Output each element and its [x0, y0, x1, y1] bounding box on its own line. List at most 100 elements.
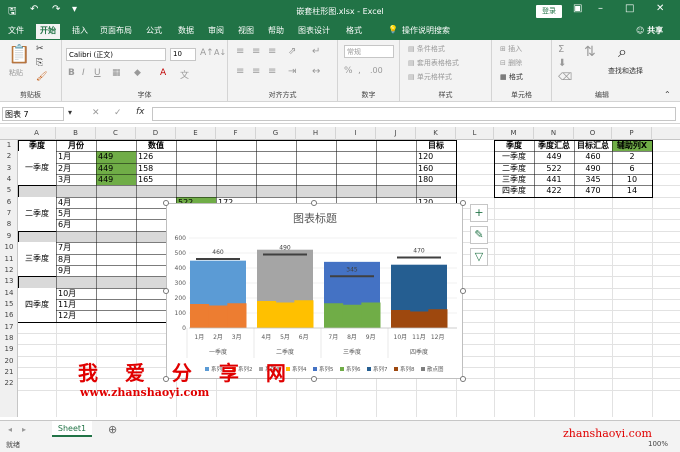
row-header-7[interactable]: 7: [0, 208, 18, 219]
column-header-F[interactable]: F: [216, 127, 256, 140]
c-value-cell[interactable]: 449: [96, 163, 136, 174]
align-top-icon[interactable]: ≡: [236, 46, 244, 57]
insert-function-button[interactable]: fx: [136, 107, 145, 117]
add-sheet-icon[interactable]: ⊕: [108, 423, 117, 436]
italic-icon[interactable]: I: [82, 68, 85, 78]
right-cell[interactable]: 460: [574, 151, 612, 162]
chart-elements-icon[interactable]: +: [470, 204, 488, 222]
resize-handle-tl[interactable]: [163, 200, 169, 206]
right-header-0[interactable]: 季度: [494, 140, 534, 151]
sort-filter-icon[interactable]: ⇅: [584, 44, 596, 60]
paste-button[interactable]: 粘贴: [9, 68, 23, 78]
row-header-17[interactable]: 17: [0, 322, 18, 333]
resize-handle-tr[interactable]: [460, 200, 466, 206]
right-cell[interactable]: 449: [534, 151, 574, 162]
season-label[interactable]: 二季度: [18, 196, 56, 231]
name-box-dropdown-icon[interactable]: ▾: [68, 108, 72, 117]
grow-font-icon[interactable]: A↑: [200, 48, 214, 58]
row-header-18[interactable]: 18: [0, 333, 18, 344]
collapse-ribbon-icon[interactable]: ⌃: [664, 90, 671, 99]
column-header-I[interactable]: I: [336, 127, 376, 140]
column-header-D[interactable]: D: [136, 127, 176, 140]
right-cell[interactable]: 470: [574, 185, 612, 196]
share-button[interactable]: ☺ 共享: [636, 25, 663, 36]
format-as-table-button[interactable]: ▤ 套用表格格式: [408, 58, 459, 68]
format-cells-button[interactable]: ▦ 格式: [500, 72, 523, 82]
season-label[interactable]: 四季度: [18, 287, 56, 322]
insert-cells-button[interactable]: ⊞ 插入: [500, 44, 522, 54]
close-icon[interactable]: ✕: [656, 3, 664, 14]
season-label[interactable]: 一季度: [18, 151, 56, 186]
orientation-icon[interactable]: ⇗: [288, 46, 296, 57]
c-value-cell[interactable]: 449: [96, 174, 136, 185]
phonetic-icon[interactable]: 文: [180, 68, 189, 81]
fill-color-icon[interactable]: ◆: [134, 68, 141, 78]
row-header-16[interactable]: 16: [0, 310, 18, 321]
paste-icon[interactable]: 📋: [8, 44, 30, 65]
formula-input[interactable]: [152, 107, 676, 121]
tab-file[interactable]: 文件: [8, 25, 24, 36]
tab-page-layout[interactable]: 页面布局: [100, 25, 132, 36]
target-cell[interactable]: 180: [416, 174, 456, 185]
sheet-prev-icon[interactable]: ◂: [8, 425, 12, 434]
align-left-icon[interactable]: ≡: [236, 66, 244, 77]
font-name-select[interactable]: Calibri (正文): [66, 48, 166, 61]
zoom-level[interactable]: 100%: [648, 440, 668, 448]
month-cell[interactable]: 10月: [56, 288, 96, 299]
conditional-format-button[interactable]: ▤ 条件格式: [408, 44, 445, 54]
wrap-text-icon[interactable]: ↵: [312, 46, 320, 57]
row-header-8[interactable]: 8: [0, 219, 18, 230]
find-select-button[interactable]: 查找和选择: [608, 66, 643, 76]
d-value-cell[interactable]: 165: [136, 174, 176, 185]
column-header-E[interactable]: E: [176, 127, 216, 140]
right-cell[interactable]: 422: [534, 185, 574, 196]
season-label[interactable]: 三季度: [18, 242, 56, 277]
bold-icon[interactable]: B: [68, 68, 75, 78]
row-header-22[interactable]: 22: [0, 378, 18, 389]
enter-icon[interactable]: ✓: [114, 108, 122, 118]
right-cell[interactable]: 522: [534, 163, 574, 174]
right-cell[interactable]: 一季度: [494, 151, 534, 162]
month-cell[interactable]: 9月: [56, 265, 96, 276]
row-header-13[interactable]: 13: [0, 276, 18, 287]
tab-format[interactable]: 格式: [346, 25, 362, 36]
row-header-11[interactable]: 11: [0, 254, 18, 265]
row-header-6[interactable]: 6: [0, 197, 18, 208]
format-painter-icon[interactable]: 🖌: [36, 72, 47, 82]
column-header-O[interactable]: O: [574, 127, 612, 140]
find-select-icon[interactable]: ⌕: [618, 42, 627, 62]
font-color-icon[interactable]: A: [160, 68, 166, 78]
header-season[interactable]: 季度: [18, 140, 56, 151]
clear-icon[interactable]: ⌫: [558, 72, 572, 83]
right-cell[interactable]: 2: [612, 151, 652, 162]
month-cell[interactable]: 7月: [56, 242, 96, 253]
row-header-14[interactable]: 14: [0, 288, 18, 299]
right-cell[interactable]: 490: [574, 163, 612, 174]
tell-me-search[interactable]: 操作说明搜索: [402, 25, 450, 36]
column-header-B[interactable]: B: [56, 127, 96, 140]
d-value-cell[interactable]: 158: [136, 163, 176, 174]
column-header-M[interactable]: M: [494, 127, 534, 140]
target-cell[interactable]: 120: [416, 151, 456, 162]
header-month[interactable]: 月份: [56, 140, 96, 151]
sheet-next-icon[interactable]: ▸: [22, 425, 26, 434]
number-format-select[interactable]: 常规: [344, 45, 394, 58]
merge-icon[interactable]: ↔: [312, 66, 320, 77]
right-cell[interactable]: 14: [612, 185, 652, 196]
month-cell[interactable]: 2月: [56, 163, 96, 174]
header-value[interactable]: 数值: [136, 140, 176, 151]
right-cell[interactable]: 10: [612, 174, 652, 185]
tab-data[interactable]: 数据: [178, 25, 194, 36]
column-header-G[interactable]: G: [256, 127, 296, 140]
right-header-1[interactable]: 季度汇总: [534, 140, 574, 151]
right-cell[interactable]: 345: [574, 174, 612, 185]
row-header-10[interactable]: 10: [0, 242, 18, 253]
row-header-1[interactable]: 1: [0, 140, 18, 151]
row-header-4[interactable]: 4: [0, 174, 18, 185]
comma-icon[interactable]: ,: [358, 66, 361, 76]
chart-filter-icon[interactable]: ▽: [470, 248, 488, 266]
tab-insert[interactable]: 插入: [72, 25, 88, 36]
month-cell[interactable]: 4月: [56, 197, 96, 208]
column-header-J[interactable]: J: [376, 127, 416, 140]
ribbon-display-icon[interactable]: ▣: [573, 3, 582, 14]
